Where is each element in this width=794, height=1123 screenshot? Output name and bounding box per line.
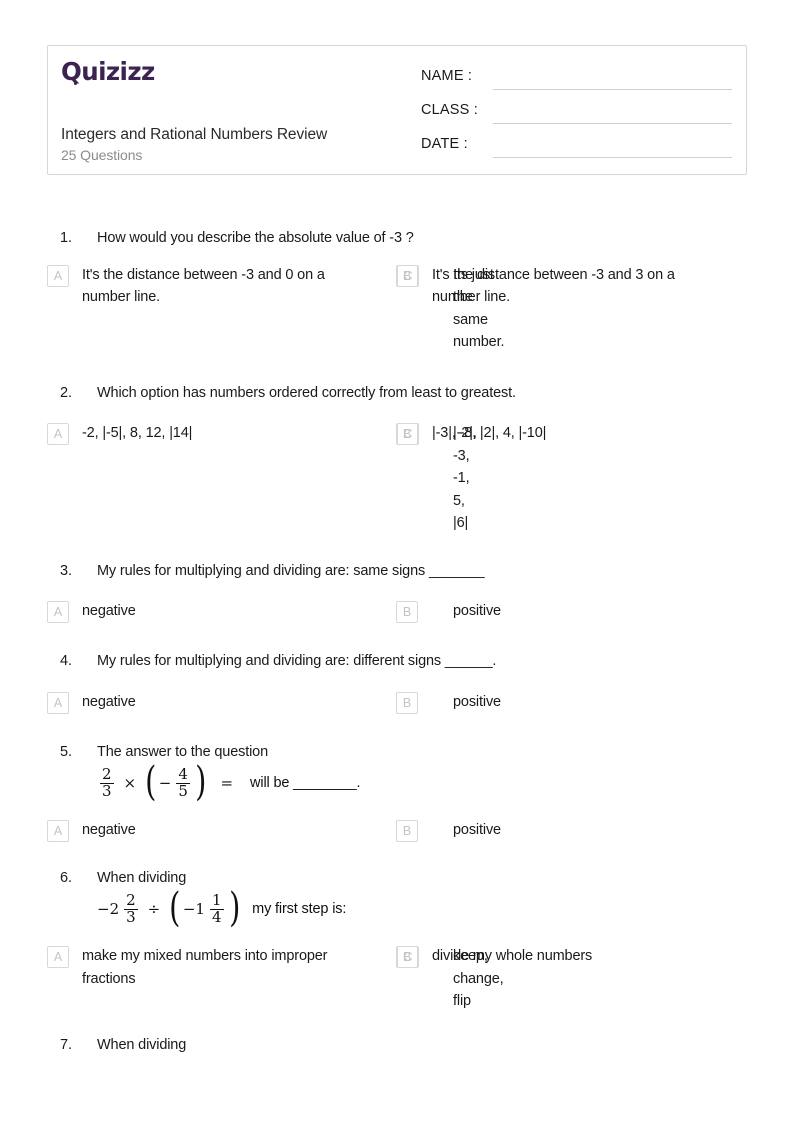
option-letter-badge: C <box>397 946 419 969</box>
multiply-operator: × <box>123 774 137 793</box>
fraction-denominator: 3 <box>100 781 114 800</box>
quiz-header-card: Quizizz Integers and Rational Numbers Re… <box>47 45 747 175</box>
option-text: divide my whole numbers <box>432 948 593 965</box>
fraction-numerator: 2 <box>102 764 112 783</box>
fraction-denominator: 5 <box>176 781 190 800</box>
quizizz-logo: Quizizz <box>61 59 155 85</box>
header-left-panel: Quizizz Integers and Rational Numbers Re… <box>48 46 408 174</box>
name-field-row: NAME : <box>421 68 732 90</box>
fraction-one-fourth: 1 4 <box>209 890 224 926</box>
questions-list: 1. How would you describe the absolute v… <box>47 228 747 1073</box>
mixed-number-negative-one-and-one-fourth: −1 1 4 <box>182 890 227 926</box>
question-heading: 3. My rules for multiplying and dividing… <box>47 561 747 583</box>
option-b[interactable]: B |-2|, -3, -1, 5, |6| <box>47 422 477 534</box>
fraction-two-thirds: 2 3 <box>100 764 114 800</box>
question-number: 6. <box>60 870 72 887</box>
option-b[interactable]: B positive <box>47 691 501 717</box>
question-number: 2. <box>60 384 72 401</box>
header-fields-panel: NAME : CLASS : DATE : <box>413 46 746 174</box>
question-text: When dividing <box>97 1036 187 1053</box>
options-group: A make my mixed numbers into improper fr… <box>47 945 747 1022</box>
options-group: A negative B positive <box>47 691 747 727</box>
question-math-expression: 2 3 × ( − 4 5 ) = will be ________. <box>47 759 747 806</box>
question-text: Which option has numbers ordered correct… <box>97 384 516 401</box>
question-heading: 4. My rules for multiplying and dividing… <box>47 651 747 673</box>
name-input-line[interactable] <box>493 89 732 90</box>
question-block: 6. When dividing −2 2 3 ÷ ( −1 1 4 ) my <box>47 868 747 1022</box>
mixed-whole-part: −2 <box>97 900 120 918</box>
equals-operator: = <box>220 774 234 793</box>
class-field-row: CLASS : <box>421 102 732 124</box>
option-b[interactable]: B Its just the same number. <box>47 264 504 354</box>
fraction-numerator: 1 <box>211 890 222 909</box>
question-number: 3. <box>60 562 72 579</box>
option-text: |-3|, -8, |2|, 4, |-10| <box>432 425 547 442</box>
left-paren-icon: ( <box>169 885 181 932</box>
option-b[interactable]: B positive <box>47 600 501 626</box>
option-c[interactable]: C It's the distance between -3 and 3 on … <box>397 264 747 354</box>
option-b[interactable]: B positive <box>47 819 501 845</box>
question-block: 2. Which option has numbers ordered corr… <box>47 383 747 545</box>
option-text: positive <box>453 822 501 839</box>
options-group: A negative B positive <box>47 600 747 636</box>
option-letter-badge: C <box>397 264 419 287</box>
option-c[interactable]: C divide my whole numbers <box>397 945 747 1012</box>
question-number: 4. <box>60 653 72 670</box>
right-paren-icon: ) <box>195 759 207 806</box>
question-block: 4. My rules for multiplying and dividing… <box>47 651 747 727</box>
fraction-denominator: 4 <box>209 907 224 926</box>
question-number: 1. <box>60 230 72 246</box>
fraction-numerator: 4 <box>178 764 188 783</box>
class-field-label: CLASS : <box>421 102 479 118</box>
option-c[interactable]: C |-3|, -8, |2|, 4, |-10| <box>397 422 747 534</box>
option-text: positive <box>453 603 501 620</box>
fraction-two-thirds: 2 3 <box>124 890 138 926</box>
divide-operator: ÷ <box>147 900 161 918</box>
question-heading: 6. When dividing <box>47 868 747 890</box>
question-number: 5. <box>60 744 72 761</box>
math-tail-text: my first step is: <box>252 901 347 917</box>
mixed-number-negative-two-and-two-thirds: −2 2 3 <box>97 890 141 926</box>
question-block: 7. When dividing <box>47 1035 747 1057</box>
left-paren-icon: ( <box>145 759 157 806</box>
date-field-row: DATE : <box>421 136 732 158</box>
mixed-whole-part: −1 <box>182 900 205 918</box>
class-input-line[interactable] <box>493 123 732 124</box>
negative-sign: − <box>158 774 172 793</box>
option-text: It's the distance between -3 and 3 on a … <box>432 266 675 306</box>
fraction-denominator: 3 <box>124 907 138 926</box>
question-text: My rules for multiplying and dividing ar… <box>97 562 485 579</box>
options-group: A It's the distance between -3 and 0 on … <box>47 264 747 364</box>
question-block: 3. My rules for multiplying and dividing… <box>47 561 747 637</box>
options-group: A -2, |-5|, 8, 12, |14| B |-2|, -3, -1, … <box>47 422 747 544</box>
option-letter-badge: B <box>396 692 418 715</box>
question-block: 5. The answer to the question 2 3 × ( − … <box>47 742 747 855</box>
question-number: 7. <box>60 1036 72 1053</box>
option-b[interactable]: B keep, change, flip <box>47 945 504 1012</box>
date-field-label: DATE : <box>421 136 468 152</box>
question-heading: 2. Which option has numbers ordered corr… <box>47 383 747 405</box>
logo-dot-icon <box>74 82 77 85</box>
option-text: positive <box>453 694 501 711</box>
question-math-expression: −2 2 3 ÷ ( −1 1 4 ) my first step is: <box>47 885 747 932</box>
question-heading: 7. When dividing <box>47 1035 747 1057</box>
option-letter-badge: B <box>396 820 418 843</box>
question-block: 1. How would you describe the absolute v… <box>47 228 747 364</box>
option-letter-badge: C <box>397 423 419 446</box>
question-text: How would you describe the absolute valu… <box>97 230 414 246</box>
option-letter-badge: B <box>396 601 418 624</box>
math-tail-text: will be ________. <box>250 775 361 792</box>
fraction-numerator: 2 <box>126 890 136 909</box>
name-field-label: NAME : <box>421 68 473 84</box>
options-group: A negative B positive <box>47 819 747 855</box>
question-text: My rules for multiplying and dividing ar… <box>97 653 497 670</box>
fraction-four-fifths: 4 5 <box>176 764 190 800</box>
quiz-question-count: 25 Questions <box>61 147 143 163</box>
question-text: When dividing <box>97 870 187 887</box>
date-input-line[interactable] <box>493 157 732 158</box>
right-paren-icon: ) <box>228 885 240 932</box>
question-heading: 1. How would you describe the absolute v… <box>47 228 747 250</box>
quiz-title: Integers and Rational Numbers Review <box>61 126 328 143</box>
